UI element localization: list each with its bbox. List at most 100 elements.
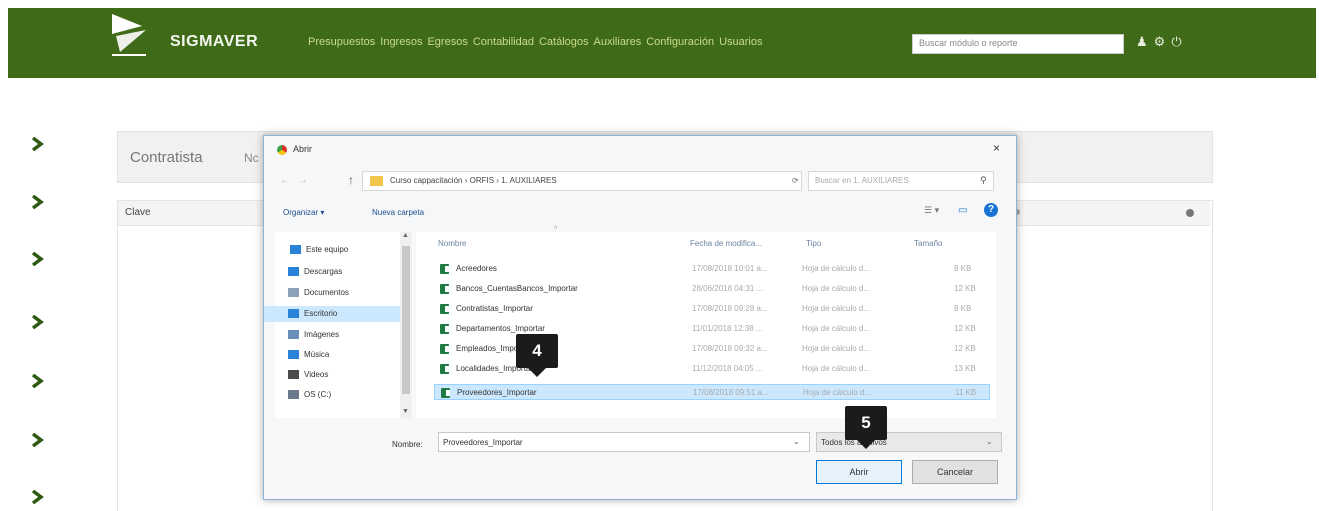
- file-row[interactable]: Contratistas_Importar 17/08/2018 09:28 a.…: [434, 301, 990, 317]
- drive-icon: [288, 390, 299, 399]
- chevron-right-icon[interactable]: [30, 252, 44, 266]
- file-size: 13 KB: [954, 364, 976, 373]
- file-row[interactable]: Bancos_CuentasBancos_Importar 28/06/2018 …: [434, 281, 990, 297]
- search-icon[interactable]: ⚲: [980, 175, 987, 186]
- tree-item[interactable]: OS (C:): [288, 390, 331, 399]
- tree-item[interactable]: Descargas: [288, 267, 342, 276]
- file-row[interactable]: Proveedores_Importar 17/08/2018 09:51 a..…: [434, 384, 990, 400]
- column-name[interactable]: Nombre: [438, 239, 466, 248]
- column-type[interactable]: Tipo: [806, 239, 821, 248]
- chevron-right-icon[interactable]: [30, 137, 44, 151]
- file-row[interactable]: Acreedores 17/08/2018 10:01 a... Hoja de c…: [434, 261, 990, 277]
- tree-item[interactable]: Imágenes: [288, 330, 339, 339]
- chevron-right-icon[interactable]: [30, 433, 44, 447]
- chevron-down-icon[interactable]: ⌄: [986, 437, 993, 446]
- nav-item[interactable]: Configuración: [646, 36, 714, 48]
- column-size[interactable]: Tamaño: [914, 239, 942, 248]
- main-nav: Presupuestos Ingresos Egresos Contabilidad C…: [308, 36, 768, 48]
- organize-button[interactable]: Organizar ▾: [283, 208, 324, 217]
- chevron-right-icon[interactable]: [30, 315, 44, 329]
- step-callout-5: 5: [845, 406, 887, 449]
- tree-item[interactable]: Videos: [288, 370, 328, 379]
- pictures-icon: [288, 330, 299, 339]
- folder-search-input[interactable]: Buscar en 1. AUXILIARES: [808, 171, 994, 191]
- tree-item[interactable]: Documentos: [288, 288, 349, 297]
- file-name: Acreedores: [456, 264, 497, 273]
- file-type: Hoja de cálculo d...: [802, 344, 871, 353]
- excel-file-icon: [440, 284, 449, 294]
- videos-icon: [288, 370, 299, 379]
- file-size: 12 KB: [954, 284, 976, 293]
- scrollbar-thumb[interactable]: [402, 246, 410, 394]
- file-date: 17/08/2018 09:32 a...: [692, 344, 768, 353]
- excel-file-icon: [440, 344, 449, 354]
- tree-item[interactable]: Música: [288, 350, 329, 359]
- filename-label: Nombre:: [392, 440, 423, 449]
- view-options-icon[interactable]: ☰ ▾: [924, 205, 939, 216]
- file-name: Departamentos_Importar: [456, 324, 545, 333]
- scroll-down-icon[interactable]: ▼: [402, 408, 409, 415]
- address-path[interactable]: Curso cappacitación › ORFIS › 1. AUXILIA…: [390, 176, 557, 185]
- excel-file-icon: [440, 304, 449, 314]
- cancel-button[interactable]: Cancelar: [912, 460, 998, 484]
- refresh-icon[interactable]: ⟳: [792, 176, 799, 185]
- nav-item[interactable]: Auxiliares: [594, 36, 642, 48]
- file-type: Hoja de cálculo d...: [803, 388, 872, 397]
- preview-pane-icon[interactable]: ▭: [958, 205, 967, 216]
- help-icon[interactable]: ?: [984, 203, 998, 217]
- page-title-suffix: Nc: [244, 151, 259, 165]
- file-type: Hoja de cálculo d...: [802, 304, 871, 313]
- file-size: 8 KB: [954, 264, 972, 273]
- nav-item[interactable]: Egresos: [427, 36, 467, 48]
- scroll-up-icon[interactable]: ▲: [402, 232, 409, 239]
- file-size: 12 KB: [954, 344, 976, 353]
- grid-add-icon[interactable]: [1186, 209, 1194, 217]
- tree-item-label: Este equipo: [306, 245, 349, 254]
- nav-item[interactable]: Ingresos: [380, 36, 422, 48]
- close-icon[interactable]: ×: [993, 141, 1000, 155]
- header-icons: ♟ ⚙ ⏻: [1136, 34, 1182, 50]
- logout-icon[interactable]: ⏻: [1171, 34, 1181, 50]
- file-date: 28/06/2018 04:31 ...: [692, 284, 764, 293]
- file-size: 8 KB: [954, 304, 972, 313]
- tree-item[interactable]: Este equipo: [290, 245, 348, 254]
- filetype-select[interactable]: Todos los archivos: [816, 432, 1002, 452]
- chevron-right-icon[interactable]: [30, 374, 44, 388]
- tree-item-label: OS (C:): [304, 390, 332, 399]
- module-search-input[interactable]: Buscar módulo o reporte: [912, 34, 1124, 54]
- excel-file-icon: [441, 388, 450, 398]
- tree-item-label: Descargas: [304, 267, 343, 276]
- file-type: Hoja de cálculo d...: [802, 284, 871, 293]
- tree-item-label: Documentos: [304, 288, 349, 297]
- new-folder-button[interactable]: Nueva carpeta: [372, 208, 424, 217]
- open-button[interactable]: Abrir: [816, 460, 902, 484]
- nav-item[interactable]: Usuarios: [719, 36, 762, 48]
- user-icon[interactable]: ♟: [1136, 34, 1148, 50]
- file-name: Proveedores_Importar: [457, 388, 537, 397]
- chevron-right-icon[interactable]: [30, 490, 44, 504]
- music-icon: [288, 350, 299, 359]
- file-size: 11 KB: [955, 388, 977, 397]
- tree-item-label: Música: [304, 350, 330, 359]
- nav-item[interactable]: Presupuestos: [308, 36, 375, 48]
- settings-icon[interactable]: ⚙: [1154, 34, 1166, 50]
- nav-item[interactable]: Contabilidad: [473, 36, 534, 48]
- dialog-title: Abrir: [293, 144, 313, 154]
- step-callout-4: 4: [516, 334, 558, 377]
- grid-column-clave[interactable]: Clave: [125, 207, 151, 218]
- up-folder-icon[interactable]: ↑: [348, 173, 354, 187]
- excel-file-icon: [440, 324, 449, 334]
- excel-file-icon: [440, 264, 449, 274]
- chevron-right-icon[interactable]: [30, 195, 44, 209]
- file-name: Bancos_CuentasBancos_Importar: [456, 284, 578, 293]
- file-type: Hoja de cálculo d...: [802, 364, 871, 373]
- nav-item[interactable]: Catálogos: [539, 36, 589, 48]
- column-date[interactable]: Fecha de modifica...: [690, 239, 762, 248]
- chevron-down-icon[interactable]: ⌄: [793, 437, 800, 446]
- sigmaver-logo[interactable]: [108, 6, 164, 62]
- tree-item[interactable]: Escritorio: [288, 309, 337, 318]
- back-forward-buttons[interactable]: ←→: [280, 175, 316, 186]
- file-name: Contratistas_Importar: [456, 304, 533, 313]
- filename-input[interactable]: Proveedores_Importar: [438, 432, 810, 452]
- page-title: Contratista: [130, 149, 203, 166]
